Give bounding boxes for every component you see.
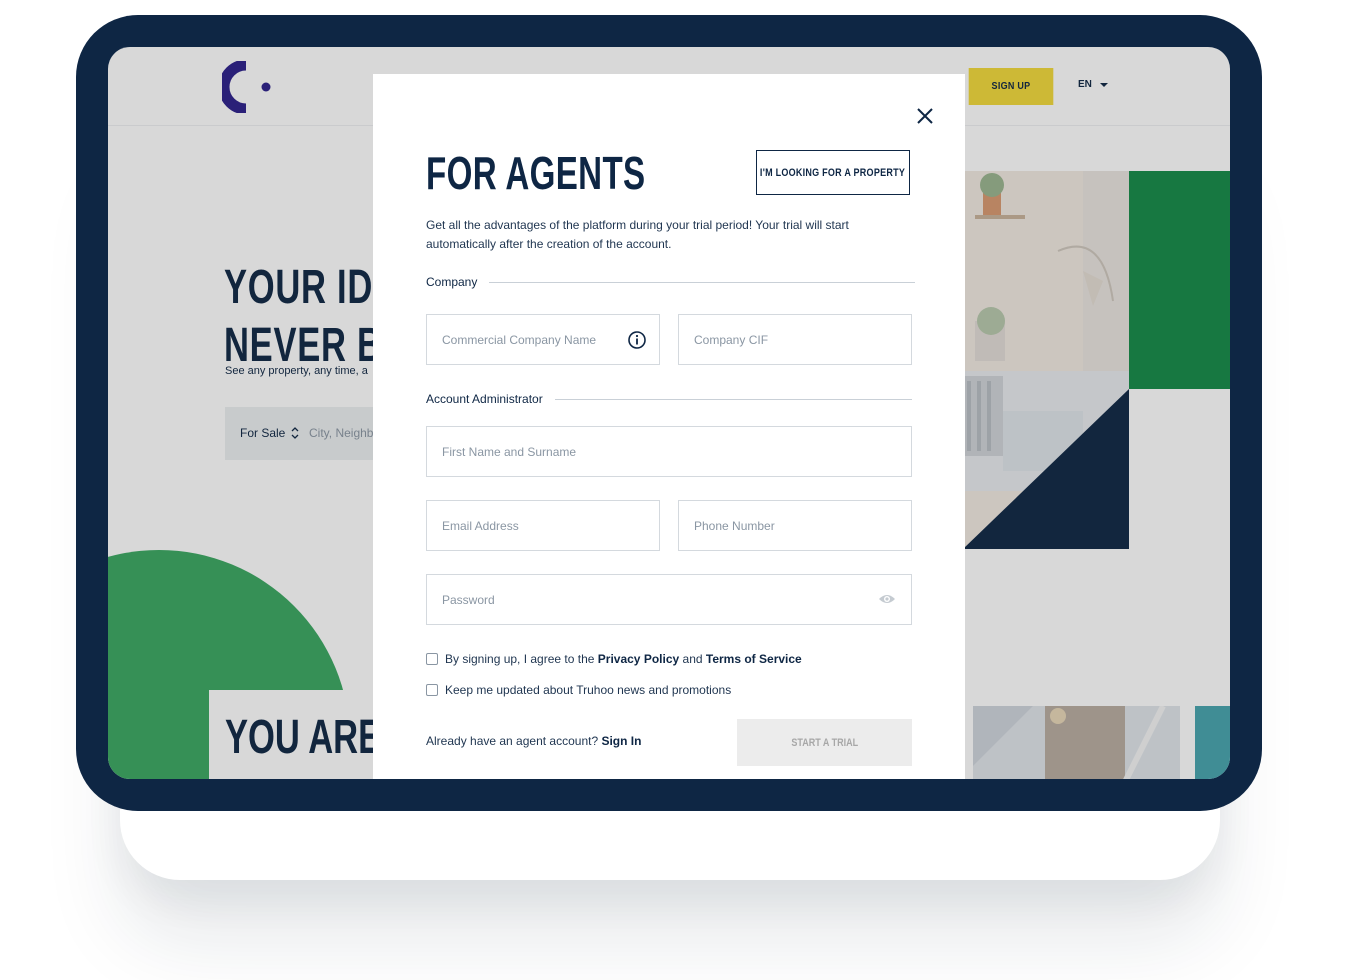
info-icon[interactable]	[627, 330, 647, 350]
terms-of-service-link[interactable]: Terms of Service	[706, 652, 802, 666]
modal-title: FOR AGENTS	[426, 147, 646, 199]
admin-section-label: Account Administrator	[426, 392, 543, 406]
section-divider	[489, 281, 916, 283]
company-section-header: Company	[426, 275, 916, 289]
company-section-label: Company	[426, 275, 478, 289]
terms-consent-row: By signing up, I agree to the Privacy Po…	[426, 652, 802, 666]
start-trial-button[interactable]: START A TRIAL	[737, 719, 912, 766]
property-seeker-button[interactable]: I'M LOOKING FOR A PROPERTY	[756, 150, 910, 195]
terms-text: By signing up, I agree to the Privacy Po…	[445, 652, 802, 666]
password-input[interactable]: Password	[426, 574, 912, 625]
admin-section-header: Account Administrator	[426, 392, 912, 406]
newsletter-consent-row: Keep me updated about Truhoo news and pr…	[426, 683, 731, 697]
newsletter-checkbox[interactable]	[426, 684, 438, 696]
company-name-placeholder: Commercial Company Name	[442, 332, 597, 347]
email-placeholder: Email Address	[442, 518, 519, 533]
signin-link[interactable]: Sign In	[601, 734, 641, 748]
intro-text: Get all the advantages of the platform d…	[426, 218, 849, 251]
newsletter-text: Keep me updated about Truhoo news and pr…	[445, 683, 732, 697]
section-divider	[554, 398, 912, 400]
property-seeker-label: I'M LOOKING FOR A PROPERTY	[760, 166, 906, 179]
company-cif-placeholder: Company CIF	[694, 332, 769, 347]
full-name-placeholder: First Name and Surname	[442, 444, 577, 459]
password-placeholder: Password	[442, 592, 495, 607]
agent-signup-modal: FOR AGENTS I'M LOOKING FOR A PROPERTY Ge…	[373, 74, 965, 779]
phone-placeholder: Phone Number	[694, 518, 775, 533]
full-name-input[interactable]: First Name and Surname	[426, 426, 912, 477]
close-icon[interactable]	[915, 106, 935, 126]
eye-icon[interactable]	[878, 592, 896, 606]
company-cif-input[interactable]: Company CIF	[678, 314, 912, 365]
terms-and: and	[682, 652, 703, 666]
signin-prompt: Already have an agent account?	[426, 734, 599, 748]
terms-prefix: By signing up, I agree to the	[445, 652, 595, 666]
tablet-screen: SIGN UP EN YOUR IDEA NEVER BE See any pr…	[108, 47, 1230, 779]
phone-input[interactable]: Phone Number	[678, 500, 912, 551]
privacy-policy-link[interactable]: Privacy Policy	[598, 652, 679, 666]
email-input[interactable]: Email Address	[426, 500, 660, 551]
company-name-input[interactable]: Commercial Company Name	[426, 314, 660, 365]
signin-row: Already have an agent account? Sign In	[426, 734, 641, 748]
terms-checkbox[interactable]	[426, 653, 438, 665]
start-trial-label: START A TRIAL	[791, 736, 858, 749]
